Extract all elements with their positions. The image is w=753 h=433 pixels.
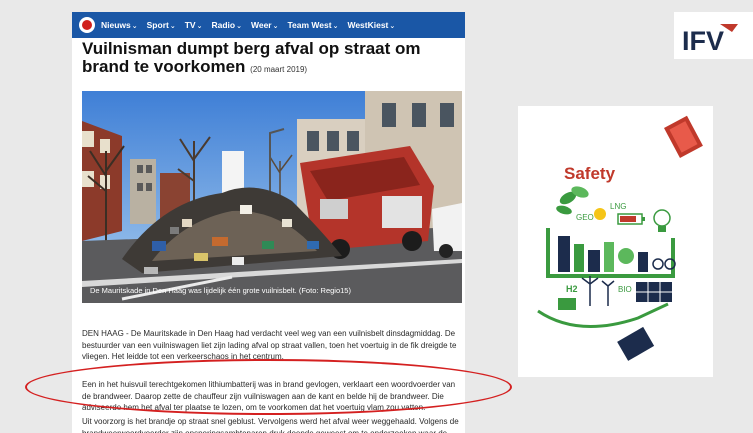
broadcaster-logo-icon[interactable] [79, 17, 95, 33]
nav-item-team-west[interactable]: Team West⌄ [287, 20, 338, 30]
chevron-down-icon: ⌄ [272, 23, 279, 30]
article-photo: De Mauritskade in Den Haag was lijdelijk… [82, 91, 462, 303]
chevron-down-icon: ⌄ [236, 23, 242, 30]
label-bio: BIO [618, 285, 632, 294]
photo-caption: De Mauritskade in Den Haag was lijdelijk… [90, 286, 351, 295]
street-scene-illustration [82, 91, 462, 303]
top-navigation-bar: Nieuws⌄ Sport⌄ TV⌄ Radio⌄ Weer⌄ Team Wes… [72, 12, 465, 38]
safety-illustration-card: Safety GEO LNG H2 BIO [518, 106, 713, 377]
article-panel: Nieuws⌄ Sport⌄ TV⌄ Radio⌄ Weer⌄ Team Wes… [72, 12, 465, 433]
safety-title: Safety [564, 164, 616, 183]
label-h2: H2 [566, 284, 578, 294]
nav-item-sport[interactable]: Sport⌄ [147, 20, 176, 30]
ifv-logo: IFV [674, 12, 753, 59]
nav-item-radio[interactable]: Radio⌄ [211, 20, 242, 30]
article-paragraph-intro: DEN HAAG - De Mauritskade in Den Haag ha… [82, 329, 457, 362]
safety-illustration: Safety GEO LNG H2 BIO [537, 115, 703, 361]
label-lng: LNG [610, 202, 626, 211]
nav-item-tv[interactable]: TV⌄ [185, 20, 203, 30]
article-date: (20 maart 2019) [250, 65, 308, 74]
nav-item-nieuws[interactable]: Nieuws⌄ [101, 20, 138, 30]
chevron-down-icon: ⌄ [332, 23, 339, 30]
chevron-down-icon: ⌄ [196, 23, 203, 30]
chevron-down-icon: ⌄ [131, 23, 138, 30]
nav-item-weer[interactable]: Weer⌄ [251, 20, 279, 30]
label-geo: GEO [576, 213, 594, 222]
ifv-logo-text: IFV [682, 26, 724, 56]
chevron-down-icon: ⌄ [169, 23, 176, 30]
chevron-down-icon: ⌄ [389, 23, 396, 30]
article-title: Vuilnisman dumpt berg afval op straat om… [82, 39, 421, 76]
article-paragraph-highlighted: Een in het huisvuil terechtgekomen lithi… [82, 380, 456, 413]
nav-item-westkiest[interactable]: WestKiest⌄ [347, 20, 395, 30]
article-paragraph-closing: Uit voorzorg is het brandje op straat sn… [82, 417, 459, 433]
